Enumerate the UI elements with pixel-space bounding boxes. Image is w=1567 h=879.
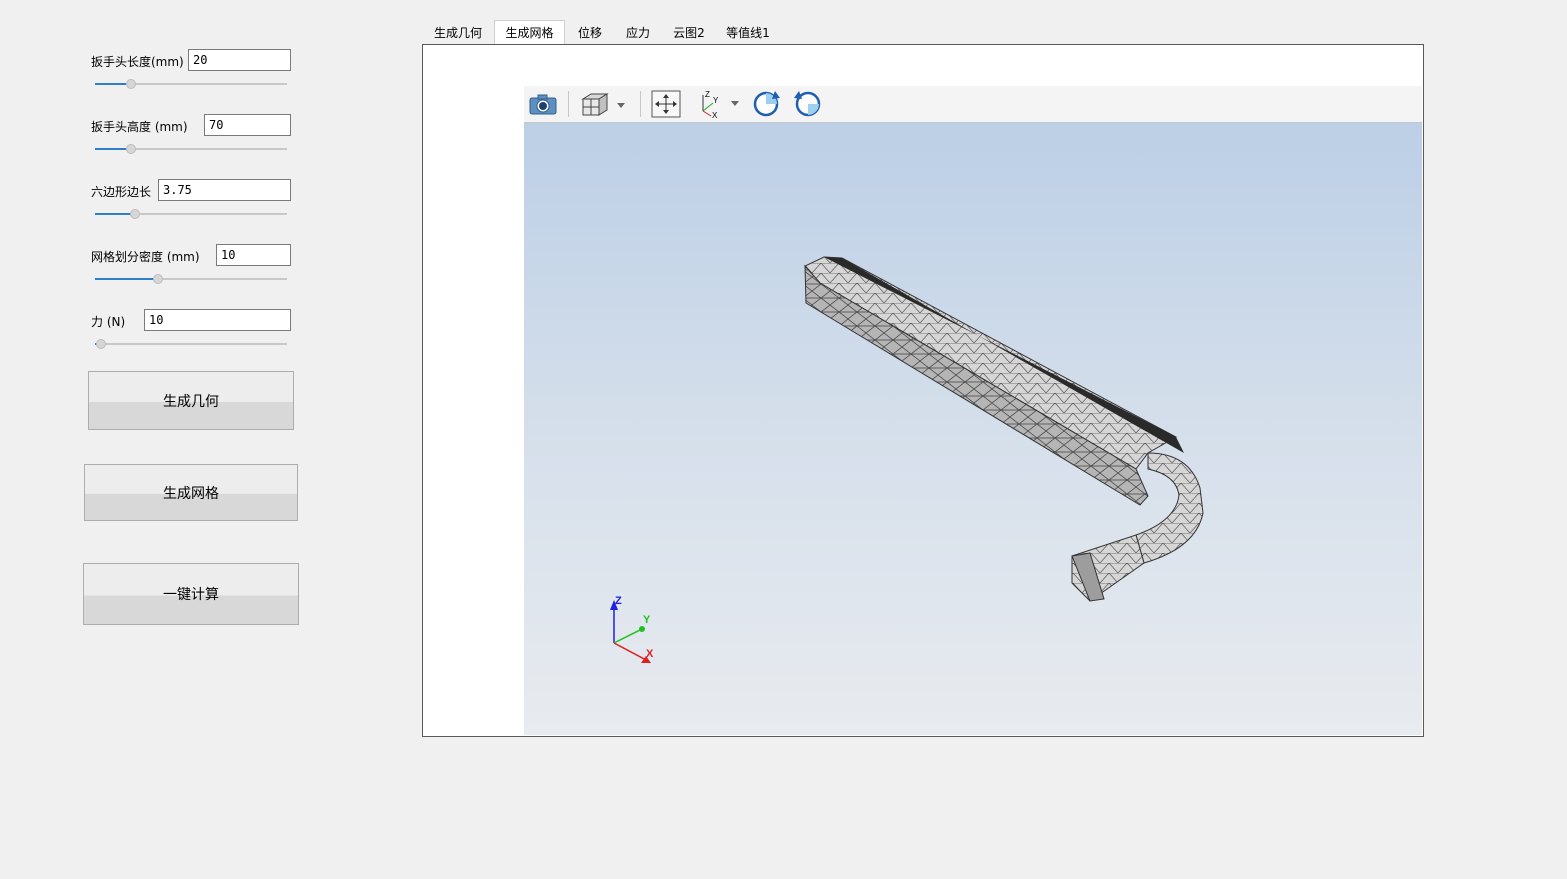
mesh-density-slider[interactable]: [95, 274, 287, 284]
head-length-slider[interactable]: [95, 79, 287, 89]
slider-handle[interactable]: [130, 209, 141, 219]
axes-icon[interactable]: Z Y X: [694, 89, 744, 119]
tab-generate-mesh[interactable]: 生成网格: [494, 20, 565, 44]
tab-generate-geometry[interactable]: 生成几何: [426, 20, 490, 44]
axis-label-y: Y: [643, 614, 651, 626]
viewer-toolbar: Z Y X: [524, 86, 1422, 123]
slider-handle[interactable]: [95, 339, 106, 349]
force-slider[interactable]: [95, 339, 287, 349]
3d-viewport[interactable]: Z Y X: [524, 123, 1422, 735]
tab-isoline-1[interactable]: 等值线1: [719, 20, 777, 44]
svg-text:X: X: [712, 111, 718, 119]
generate-mesh-button[interactable]: 生成网格: [84, 464, 298, 521]
hex-side-input[interactable]: 3.75: [158, 179, 291, 201]
axis-label-x: X: [646, 648, 654, 660]
head-height-slider[interactable]: [95, 144, 287, 154]
tab-displacement[interactable]: 位移: [569, 20, 611, 44]
compute-button[interactable]: 一键计算: [83, 563, 299, 625]
slider-handle[interactable]: [126, 144, 137, 154]
rotate-cw-icon[interactable]: [750, 89, 782, 119]
svg-text:Y: Y: [713, 96, 719, 105]
camera-icon[interactable]: [527, 89, 559, 119]
param-label-hex-side: 六边形边长: [91, 185, 152, 199]
force-input[interactable]: 10: [144, 309, 291, 331]
rotate-ccw-icon[interactable]: [792, 89, 824, 119]
slider-handle[interactable]: [153, 274, 164, 284]
param-label-head-height: 扳手头高度 (mm): [91, 120, 188, 134]
fit-view-icon[interactable]: [650, 89, 682, 119]
svg-text:Z: Z: [705, 90, 710, 99]
mesh-model: Z Y X: [610, 256, 1204, 663]
head-height-input[interactable]: 70: [204, 114, 291, 136]
axis-triad: Z Y X: [610, 595, 654, 663]
mesh-density-input[interactable]: 10: [216, 244, 291, 266]
param-label-mesh-density: 网格划分密度 (mm): [91, 250, 200, 264]
param-label-head-length: 扳手头长度(mm): [91, 55, 184, 69]
hex-side-slider[interactable]: [95, 209, 287, 219]
tab-stress[interactable]: 应力: [617, 20, 659, 44]
head-length-input[interactable]: 20: [188, 49, 291, 71]
cube-view-icon[interactable]: [578, 89, 628, 119]
axis-label-z: Z: [615, 595, 622, 607]
param-label-force: 力 (N): [91, 315, 126, 329]
generate-geometry-button[interactable]: 生成几何: [88, 371, 294, 430]
slider-handle[interactable]: [126, 79, 137, 89]
tab-contour-2[interactable]: 云图2: [665, 20, 713, 44]
